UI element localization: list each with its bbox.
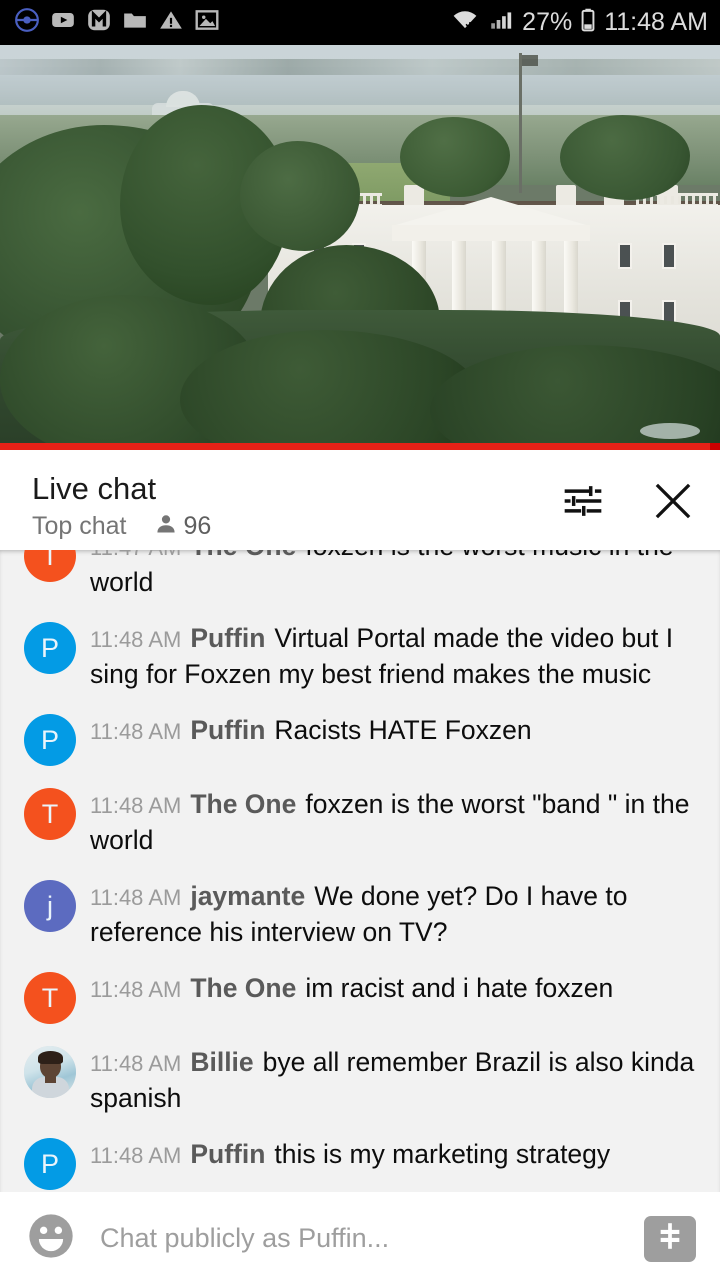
chat-message-body: 11:48 AM The One im racist and i hate foxz… (90, 970, 700, 1007)
pokeball-icon (14, 7, 40, 38)
avatar-letter: P (40, 724, 59, 755)
video-flag (522, 55, 538, 66)
emoji-smiley-icon (25, 1210, 77, 1267)
video-progress-played (0, 443, 710, 450)
avatar[interactable]: T (24, 972, 76, 1024)
avatar[interactable]: P (24, 1138, 76, 1190)
avatar[interactable]: j (24, 880, 76, 932)
clock-label: 11:48 AM (604, 8, 708, 36)
message-author[interactable]: Puffin (190, 715, 265, 745)
live-chat-header: Live chat Top chat 96 (0, 450, 720, 550)
folder-icon (122, 7, 148, 38)
avatar-photo-hair (38, 1051, 63, 1064)
chat-message-row[interactable]: T 11:48 AM The One foxzen is the worst "ba… (0, 776, 720, 868)
close-chat-button[interactable] (650, 480, 696, 526)
video-fountain (640, 423, 700, 439)
cell-signal-icon (487, 7, 515, 38)
avatar-letter: T (41, 550, 59, 571)
chat-message-row[interactable]: P 11:48 AM Puffin Virtual Portal made the … (0, 610, 720, 702)
viewer-count-label: 96 (183, 512, 212, 540)
message-timestamp: 11:48 AM (90, 1051, 182, 1076)
video-distant-city (0, 59, 720, 75)
video-tree (240, 141, 360, 251)
person-icon (154, 512, 178, 541)
avatar-letter: P (40, 632, 59, 663)
video-entablature (392, 225, 590, 241)
message-text: this is my marketing strategy (274, 1139, 611, 1169)
status-bar-right: 27% 11:48 AM (450, 7, 708, 38)
message-author[interactable]: jaymante (190, 881, 305, 911)
chat-message-row[interactable]: 11:48 AM Billie bye all remember Brazil is… (0, 1034, 720, 1126)
chat-message-row[interactable]: j 11:48 AM jaymante We done yet? Do I have… (0, 868, 720, 960)
video-tree (400, 117, 510, 197)
live-chat-actions (560, 480, 696, 526)
chat-filter-button[interactable] (560, 480, 606, 526)
chat-message-body: 11:48 AM Puffin this is my marketing strat… (90, 1136, 700, 1173)
chat-message-row[interactable]: T 11:47 AMThe Onefoxzen is the worst mus… (0, 550, 720, 610)
video-progress-bar[interactable] (0, 443, 720, 450)
video-portico (396, 197, 586, 225)
chat-input-bar (0, 1192, 720, 1280)
message-timestamp: 11:48 AM (90, 719, 182, 744)
tune-icon (561, 479, 605, 528)
chat-message-row[interactable]: T 11:48 AM The One im racist and i hate fo… (0, 960, 720, 1034)
battery-icon (579, 7, 597, 38)
chat-message-row[interactable]: P 11:48 AM Puffin this is my marketing str… (0, 1126, 720, 1192)
message-text: im racist and i hate foxzen (305, 973, 614, 1003)
avatar[interactable]: P (24, 714, 76, 766)
chat-message-body: 11:48 AM Puffin Racists HATE Foxzen (90, 712, 700, 749)
video-pediment (396, 197, 586, 225)
message-text: Racists HATE Foxzen (274, 715, 532, 745)
status-bar-left-icons (14, 7, 220, 38)
message-author[interactable]: The One (190, 789, 296, 819)
message-timestamp: 11:48 AM (90, 793, 182, 818)
chat-message-body: 11:47 AMThe Onefoxzen is the worst music… (90, 550, 700, 600)
wifi-icon (450, 7, 480, 38)
viewer-count-group: 96 (154, 512, 212, 541)
superchat-button[interactable] (644, 1215, 696, 1262)
message-timestamp: 11:48 AM (90, 627, 182, 652)
video-window (618, 243, 632, 269)
avatar[interactable] (24, 1046, 76, 1098)
avatar[interactable]: T (24, 550, 76, 582)
message-author[interactable]: The One (190, 550, 296, 561)
chat-message-row[interactable]: P 11:48 AM Puffin Racists HATE Foxzen (0, 702, 720, 776)
dollar-sign-icon (654, 1220, 686, 1257)
message-timestamp: 11:48 AM (90, 977, 182, 1002)
video-flagpole (519, 53, 522, 193)
youtube-icon (50, 7, 76, 38)
message-timestamp: 11:48 AM (90, 885, 182, 910)
avatar[interactable]: T (24, 788, 76, 840)
video-player[interactable] (0, 45, 720, 450)
battery-percent-label: 27% (522, 8, 573, 36)
message-timestamp: 11:47 AM (90, 550, 181, 560)
video-tree (560, 115, 690, 200)
chat-input[interactable] (78, 1223, 644, 1254)
chat-message-body: 11:48 AM jaymante We done yet? Do I have t… (90, 878, 700, 950)
warning-icon (158, 7, 184, 38)
emoji-button[interactable] (24, 1212, 78, 1266)
avatar-letter: P (40, 1148, 59, 1179)
chat-message-list[interactable]: T 11:47 AMThe Onefoxzen is the worst mus… (0, 550, 720, 1192)
image-icon (194, 7, 220, 38)
avatar[interactable]: P (24, 622, 76, 674)
message-author[interactable]: Puffin (190, 1139, 265, 1169)
status-bar: 27% 11:48 AM (0, 0, 720, 45)
chat-message-body: 11:48 AM Billie bye all remember Brazil is… (90, 1044, 700, 1116)
video-window (662, 243, 676, 269)
message-author[interactable]: Puffin (190, 623, 265, 653)
close-icon (651, 479, 695, 528)
avatar-letter: j (47, 890, 53, 921)
message-author[interactable]: Billie (190, 1047, 253, 1077)
message-timestamp: 11:48 AM (90, 1143, 182, 1168)
chat-message-body: 11:48 AM Puffin Virtual Portal made the vi… (90, 620, 700, 692)
chat-message-body: 11:48 AM The One foxzen is the worst "band… (90, 786, 700, 858)
m-app-icon (86, 7, 112, 38)
message-author[interactable]: The One (190, 973, 296, 1003)
avatar-letter: T (41, 798, 59, 829)
top-chat-label[interactable]: Top chat (32, 512, 127, 541)
avatar-letter: T (41, 982, 59, 1013)
